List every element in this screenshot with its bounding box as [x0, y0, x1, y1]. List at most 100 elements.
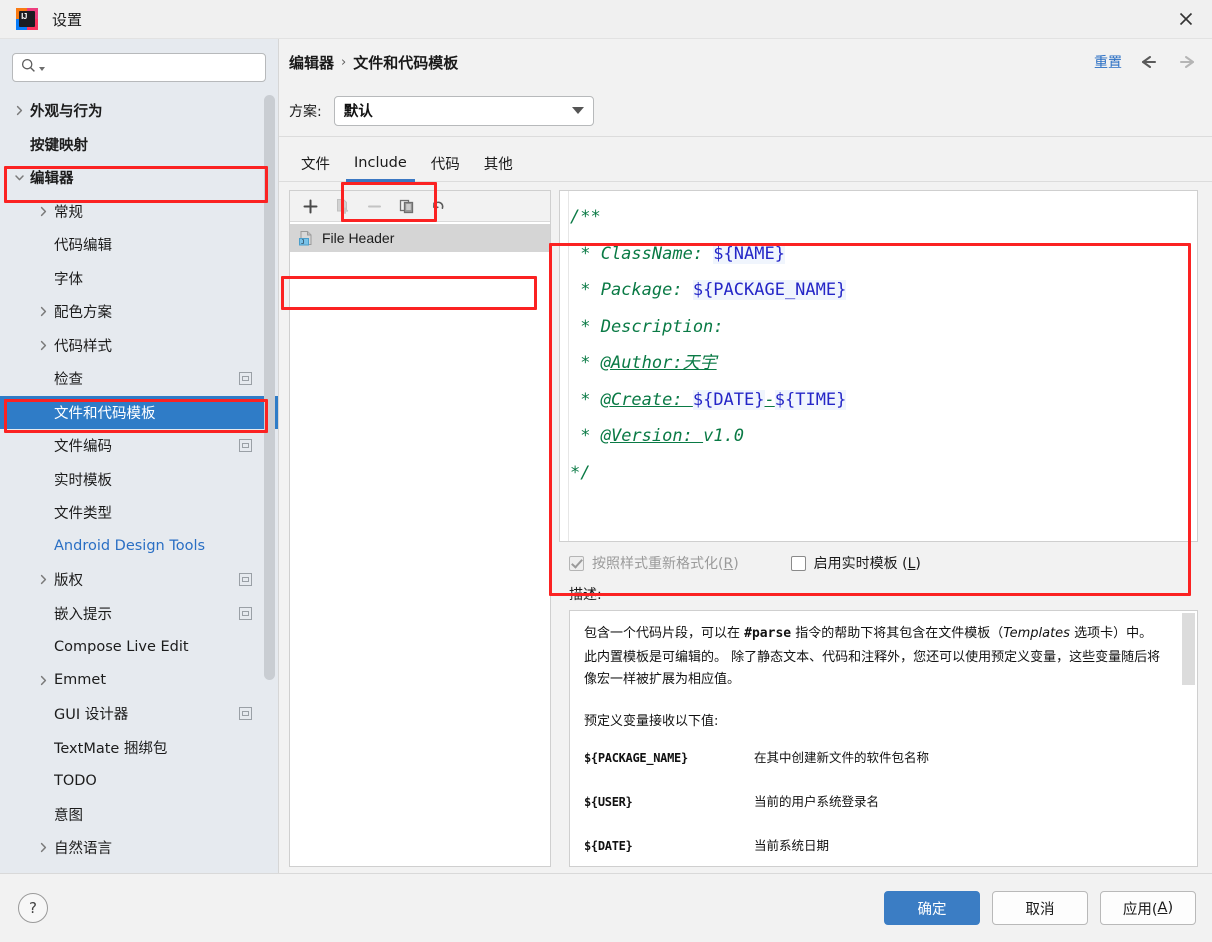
template-list-pane: J File Header — [289, 190, 551, 867]
window-body: 外观与行为 按键映射 编辑器 常规 代码编辑 字体 配色方案 代码样式 检查 文件和代码模板 文件编… — [0, 39, 1212, 873]
sidebar-item-21[interactable]: 意图 — [0, 798, 278, 832]
options-row: 按照样式重新格式化(R) 启用实时模板 (L) — [559, 542, 1198, 584]
sidebar-scrollbar-thumb[interactable] — [264, 95, 275, 680]
code-line-7: */ — [570, 455, 1197, 492]
reset-link[interactable]: 重置 — [1094, 52, 1122, 72]
sidebar-item-18[interactable]: GUI 设计器 — [0, 697, 278, 731]
sidebar-item-4[interactable]: 代码编辑 — [0, 228, 278, 262]
breadcrumb-row: 编辑器 › 文件和代码模板 重置 — [279, 39, 1212, 85]
description-box: 包含一个代码片段，可以在 #parse 指令的帮助下将其包含在文件模板（Temp… — [569, 610, 1198, 867]
sidebar-item-8[interactable]: 检查 — [0, 362, 278, 396]
variable-name: ${PACKAGE_NAME} — [584, 751, 688, 765]
chevron-right-icon[interactable] — [8, 104, 30, 117]
search-box[interactable] — [12, 53, 266, 82]
sidebar-item-1[interactable]: 按键映射 — [0, 128, 278, 162]
live-template-checkbox-label: 启用实时模板 (L) — [813, 556, 921, 572]
sidebar-item-9[interactable]: 文件和代码模板 — [0, 395, 278, 429]
chevron-right-icon[interactable] — [32, 674, 54, 687]
sidebar-item-badge-icon — [239, 707, 252, 721]
description-scrollbar-thumb[interactable] — [1182, 613, 1195, 685]
tab-代码[interactable]: 代码 — [419, 145, 472, 181]
sidebar-item-13[interactable]: Android Design Tools — [0, 530, 278, 564]
search-chevron-down-icon[interactable] — [39, 67, 45, 71]
scheme-label: 方案: — [289, 103, 322, 120]
sidebar-item-badge-icon — [239, 372, 252, 386]
chevron-right-icon[interactable] — [32, 205, 54, 218]
sidebar-scrollbar[interactable] — [264, 95, 275, 865]
ok-button[interactable]: 确定 — [884, 891, 980, 925]
variables-intro: 预定义变量接收以下值: — [584, 714, 719, 729]
sidebar-item-15[interactable]: 嵌入提示 — [0, 597, 278, 631]
code-segment: @Author:天宇 — [600, 353, 717, 373]
code-segment: - — [764, 389, 775, 410]
tab-include[interactable]: Include — [342, 145, 419, 182]
sidebar-item-label: 意图 — [54, 807, 83, 824]
description-scrollbar[interactable] — [1182, 613, 1195, 864]
undo-icon[interactable] — [424, 193, 452, 219]
arrow-left-icon[interactable] — [1138, 51, 1160, 73]
scheme-select[interactable]: 默认 — [333, 95, 594, 126]
code-segment: ${PACKAGE_NAME} — [692, 280, 847, 300]
code-line-4: * @Author:天宇 — [570, 345, 1197, 382]
tab-其他[interactable]: 其他 — [472, 145, 525, 181]
tab-文件[interactable]: 文件 — [289, 145, 342, 181]
search-input[interactable] — [49, 59, 257, 76]
sidebar-item-10[interactable]: 文件编码 — [0, 429, 278, 463]
sidebar-item-19[interactable]: TextMate 捆绑包 — [0, 731, 278, 765]
code-segment: * Package: — [570, 280, 693, 300]
duplicate-icon[interactable] — [392, 193, 420, 219]
live-template-checkbox-box[interactable] — [790, 555, 806, 571]
cancel-button[interactable]: 取消 — [992, 891, 1088, 925]
sidebar-item-12[interactable]: 文件类型 — [0, 496, 278, 530]
sidebar-item-6[interactable]: 配色方案 — [0, 295, 278, 329]
sidebar-item-14[interactable]: 版权 — [0, 563, 278, 597]
settings-window: IJ 设置 外观与行为 按键映射 编辑器 常规 代码编辑 字体 配色方案 代码样… — [0, 0, 1212, 942]
sidebar-item-label: Emmet — [54, 672, 107, 689]
sidebar-item-3[interactable]: 常规 — [0, 195, 278, 229]
sidebar-item-17[interactable]: Emmet — [0, 664, 278, 698]
code-segment: ${DATE} — [692, 389, 765, 410]
variable-desc: 当前系统日期 — [754, 838, 830, 853]
chevron-right-icon[interactable] — [32, 573, 54, 586]
sidebar-item-16[interactable]: Compose Live Edit — [0, 630, 278, 664]
question-mark-icon[interactable]: ? — [18, 893, 48, 923]
sidebar-item-11[interactable]: 实时模板 — [0, 463, 278, 497]
sidebar-item-2[interactable]: 编辑器 — [0, 161, 278, 195]
sidebar-item-5[interactable]: 字体 — [0, 262, 278, 296]
sidebar-item-label: 编辑器 — [30, 171, 74, 188]
plus-icon[interactable] — [296, 193, 324, 219]
template-code-text[interactable]: /** * ClassName: ${NAME} * Package: ${PA… — [560, 191, 1197, 491]
list-item[interactable]: J File Header — [290, 224, 550, 252]
template-list-toolbar — [290, 191, 550, 222]
code-segment: ${TIME} — [774, 389, 847, 410]
sidebar-item-label: 代码样式 — [54, 338, 112, 355]
settings-tree: 外观与行为 按键映射编辑器常规代码编辑 字体 配色方案代码样式检查 文件和代码模板 文件编… — [0, 92, 278, 873]
apply-button[interactable]: 应用(A) — [1100, 891, 1196, 925]
code-line-0: /** — [570, 199, 1197, 236]
code-segment: /** — [570, 207, 601, 227]
sidebar-item-badge-icon — [239, 573, 252, 587]
sidebar-item-22[interactable]: 自然语言 — [0, 831, 278, 865]
title-bar: IJ 设置 — [0, 0, 1212, 39]
table-row: ${DATE} 当前系统日期 — [584, 835, 1163, 866]
chevron-right-icon[interactable] — [32, 841, 54, 854]
reformat-checkbox-box[interactable] — [569, 555, 584, 571]
breadcrumb-separator: › — [341, 54, 347, 70]
sidebar-item-label: 常规 — [54, 204, 83, 221]
chevron-right-icon[interactable] — [32, 339, 54, 352]
breadcrumb-item-0[interactable]: 编辑器 — [289, 52, 334, 73]
live-template-checkbox[interactable]: 启用实时模板 (L) — [790, 553, 921, 573]
template-code-editor[interactable]: /** * ClassName: ${NAME} * Package: ${PA… — [559, 190, 1198, 542]
sidebar-item-label: TODO — [54, 772, 97, 789]
dialog-buttons: 确定 取消 应用(A) — [884, 891, 1196, 925]
sidebar-item-20[interactable]: TODO — [0, 764, 278, 798]
sidebar-item-7[interactable]: 代码样式 — [0, 329, 278, 363]
chevron-down-icon[interactable] — [8, 171, 30, 184]
code-segment: * Description: — [570, 316, 724, 337]
chevron-right-icon[interactable] — [32, 305, 54, 318]
reformat-checkbox[interactable]: 按照样式重新格式化(R) — [569, 553, 739, 573]
arrow-right-icon[interactable] — [1176, 51, 1198, 73]
sidebar-item-0[interactable]: 外观与行为 — [0, 94, 278, 128]
variable-desc: 当前的用户系统登录名 — [754, 794, 880, 809]
close-icon[interactable] — [1160, 0, 1212, 38]
